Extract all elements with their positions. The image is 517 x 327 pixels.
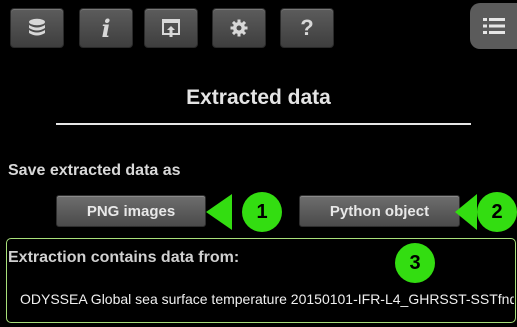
callout-2-number: 2	[491, 201, 503, 223]
png-images-button[interactable]: PNG images	[56, 195, 206, 227]
list-menu-icon	[483, 18, 505, 34]
info-button[interactable]: i	[79, 8, 133, 48]
help-button[interactable]: ?	[280, 8, 334, 48]
info-icon: i	[101, 13, 111, 43]
callout-3-number: 3	[409, 252, 421, 274]
settings-button[interactable]	[212, 8, 266, 48]
page-title: Extracted data	[186, 86, 331, 109]
toolbar: i ?	[0, 0, 517, 56]
extraction-label: Extraction contains data from:	[8, 249, 240, 266]
gear-icon	[230, 19, 248, 37]
export-icon	[162, 19, 180, 37]
title-divider	[56, 123, 471, 125]
menu-button[interactable]	[470, 3, 517, 49]
save-label: Save extracted data as	[8, 162, 181, 179]
database-button[interactable]	[10, 8, 64, 48]
source-dataset-text: ODYSSEA Global sea surface temperature 2…	[20, 291, 514, 307]
export-button[interactable]	[144, 8, 198, 48]
python-object-button[interactable]: Python object	[299, 195, 460, 227]
callout-1-number: 1	[256, 201, 268, 223]
database-icon	[29, 18, 45, 36]
help-icon: ?	[300, 15, 314, 40]
